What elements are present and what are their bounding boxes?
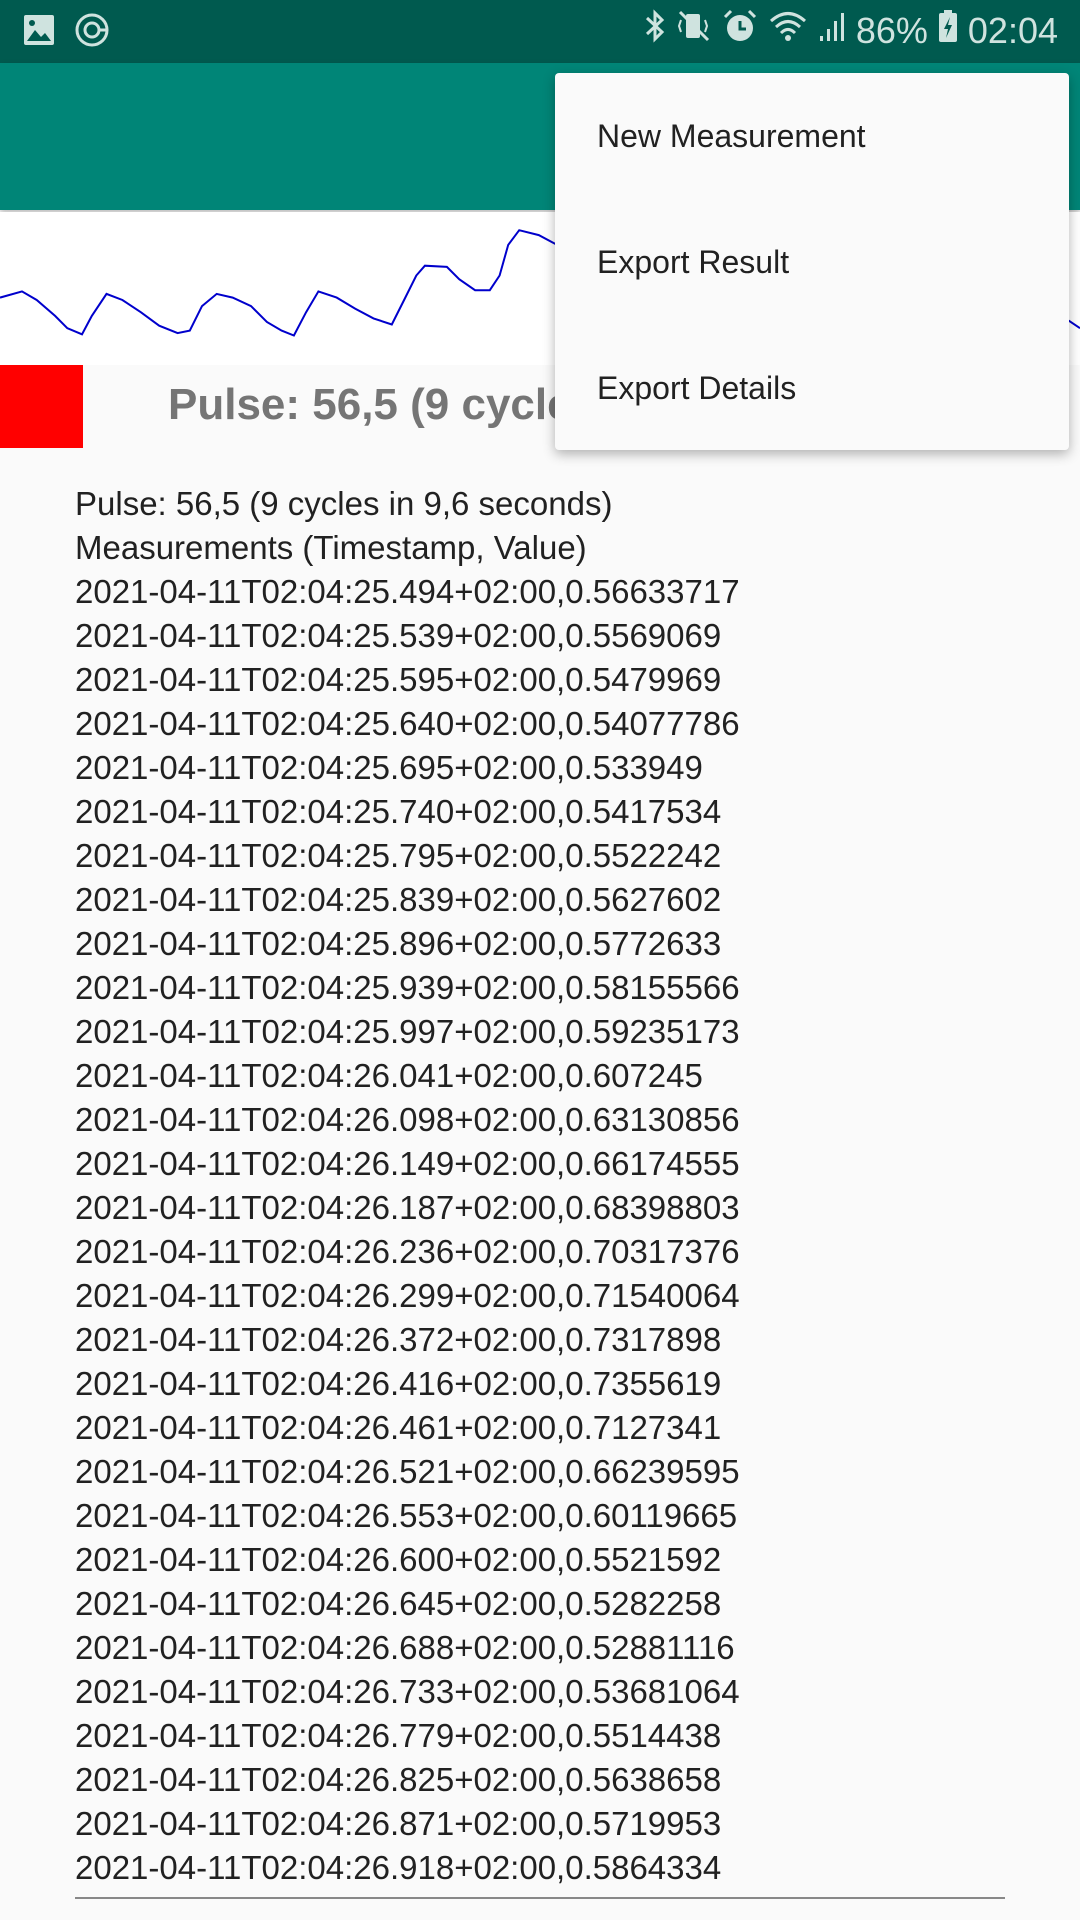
details-summary: Pulse: 56,5 (9 cycles in 9,6 seconds) (75, 485, 613, 522)
measurement-row: 2021-04-11T02:04:26.041+02:00,0.607245 (75, 1057, 703, 1094)
measurement-row: 2021-04-11T02:04:26.098+02:00,0.63130856 (75, 1101, 740, 1138)
measurement-row: 2021-04-11T02:04:26.733+02:00,0.53681064 (75, 1673, 740, 1710)
measurement-row: 2021-04-11T02:04:26.553+02:00,0.60119665 (75, 1497, 738, 1534)
measurement-row: 2021-04-11T02:04:25.695+02:00,0.533949 (75, 749, 703, 786)
alarm-icon (722, 8, 758, 53)
measurement-row: 2021-04-11T02:04:25.740+02:00,0.5417534 (75, 793, 722, 830)
battery-percentage: 86% (855, 9, 928, 51)
details-divider (75, 1897, 1005, 1899)
measurement-row: 2021-04-11T02:04:25.997+02:00,0.59235173 (75, 1013, 740, 1050)
status-bar: 86% 02:04 (0, 0, 1080, 63)
bluetooth-icon (644, 8, 666, 53)
gallery-icon (22, 13, 56, 52)
battery-charging-icon (938, 8, 958, 53)
menu-item-export-details[interactable]: Export Details (555, 325, 1069, 451)
measurement-row: 2021-04-11T02:04:25.795+02:00,0.5522242 (75, 837, 722, 874)
signal-icon (818, 8, 846, 53)
measurement-row: 2021-04-11T02:04:26.871+02:00,0.5719953 (75, 1805, 722, 1842)
menu-item-new-measurement[interactable]: New Measurement (555, 73, 1069, 199)
measurement-details: Pulse: 56,5 (9 cycles in 9,6 seconds) Me… (75, 482, 740, 1886)
measurement-row: 2021-04-11T02:04:25.494+02:00,0.56633717 (75, 573, 740, 610)
measurement-row: 2021-04-11T02:04:25.595+02:00,0.5479969 (75, 661, 722, 698)
measurement-row: 2021-04-11T02:04:26.187+02:00,0.68398803 (75, 1189, 740, 1226)
measurement-row: 2021-04-11T02:04:25.896+02:00,0.5772633 (75, 925, 722, 962)
measurement-row: 2021-04-11T02:04:25.640+02:00,0.54077786 (75, 705, 740, 742)
details-header: Measurements (Timestamp, Value) (75, 529, 587, 566)
measurement-row: 2021-04-11T02:04:26.825+02:00,0.5638658 (75, 1761, 722, 1798)
measurement-row: 2021-04-11T02:04:26.149+02:00,0.66174555 (75, 1145, 740, 1182)
measurement-row: 2021-04-11T02:04:26.299+02:00,0.71540064 (75, 1277, 740, 1314)
measurement-indicator (0, 365, 83, 448)
overflow-menu: New Measurement Export Result Export Det… (555, 73, 1069, 450)
measurement-row: 2021-04-11T02:04:25.939+02:00,0.58155566 (75, 969, 740, 1006)
measurement-row: 2021-04-11T02:04:26.645+02:00,0.5282258 (75, 1585, 722, 1622)
measurement-row: 2021-04-11T02:04:26.372+02:00,0.7317898 (75, 1321, 722, 1358)
measurement-row: 2021-04-11T02:04:26.461+02:00,0.7127341 (75, 1409, 722, 1446)
measurement-row: 2021-04-11T02:04:26.918+02:00,0.5864334 (75, 1849, 722, 1886)
measurement-row: 2021-04-11T02:04:25.539+02:00,0.5569069 (75, 617, 722, 654)
vibrate-icon (676, 8, 712, 53)
measurement-row: 2021-04-11T02:04:26.236+02:00,0.70317376 (75, 1233, 740, 1270)
measurement-row: 2021-04-11T02:04:26.779+02:00,0.5514438 (75, 1717, 722, 1754)
sync-icon (74, 12, 110, 53)
measurement-list: 2021-04-11T02:04:25.494+02:00,0.56633717… (75, 570, 740, 1886)
measurement-row: 2021-04-11T02:04:26.521+02:00,0.66239595 (75, 1453, 740, 1490)
measurement-row: 2021-04-11T02:04:25.839+02:00,0.5627602 (75, 881, 722, 918)
measurement-row: 2021-04-11T02:04:26.416+02:00,0.7355619 (75, 1365, 722, 1402)
measurement-row: 2021-04-11T02:04:26.688+02:00,0.52881116 (75, 1629, 735, 1666)
menu-item-export-result[interactable]: Export Result (555, 199, 1069, 325)
clock: 02:04 (967, 9, 1058, 51)
wifi-icon (768, 8, 808, 53)
measurement-row: 2021-04-11T02:04:26.600+02:00,0.5521592 (75, 1541, 722, 1578)
